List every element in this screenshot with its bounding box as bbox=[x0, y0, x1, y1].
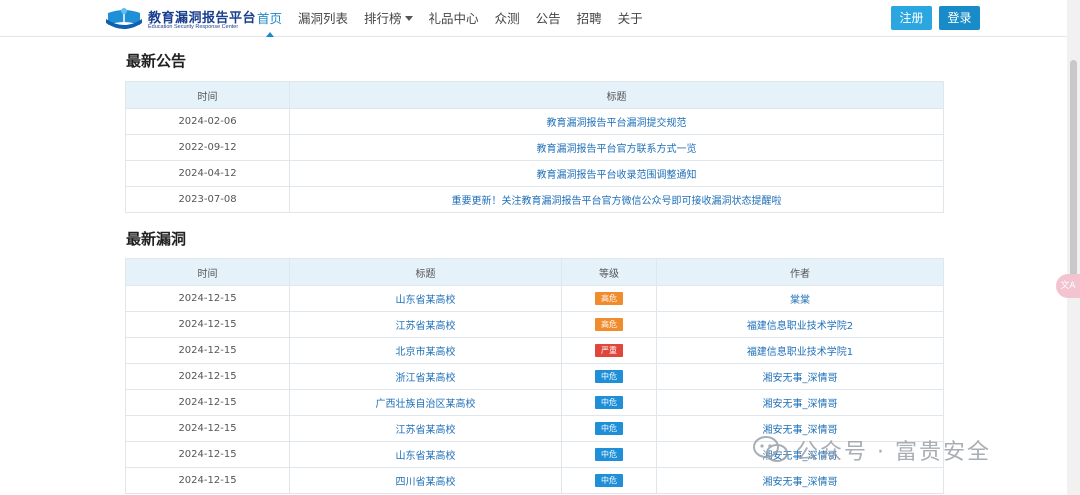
vuln-level-cell: 高危 bbox=[561, 311, 657, 338]
vuln-author-link[interactable]: 湘安无事_深情哥 bbox=[656, 363, 944, 390]
level-badge: 中危 bbox=[595, 396, 623, 409]
vuln-row: 2024-12-15 广西壮族自治区某高校 中危 湘安无事_深情哥 bbox=[125, 389, 944, 416]
book-shield-icon bbox=[106, 8, 142, 29]
vuln-date: 2024-12-15 bbox=[125, 415, 290, 442]
login-button[interactable]: 登录 bbox=[939, 6, 980, 30]
nav-item-label: 众测 bbox=[494, 11, 520, 26]
vuln-date: 2024-12-15 bbox=[125, 389, 290, 416]
level-badge: 中危 bbox=[595, 448, 623, 461]
nav-item-4[interactable]: 众测 bbox=[487, 0, 528, 37]
vuln-level-cell: 中危 bbox=[561, 389, 657, 416]
level-badge: 高危 bbox=[595, 292, 623, 305]
column-header-author: 作者 bbox=[656, 258, 944, 286]
vulns-header-row: 时间 标题 等级 作者 bbox=[125, 258, 944, 286]
nav-item-2[interactable]: 排行榜 bbox=[356, 0, 421, 37]
page-scrollbar[interactable] bbox=[1067, 0, 1080, 495]
vuln-date: 2024-12-15 bbox=[125, 441, 290, 468]
column-header-time: 时间 bbox=[125, 81, 290, 109]
vuln-row: 2024-12-15 山东省某高校 高危 棠棠 bbox=[125, 285, 944, 312]
vuln-level-cell: 严重 bbox=[561, 337, 657, 364]
watermark-text: 公众号 · 富贵安全 bbox=[796, 440, 991, 465]
nav-item-label: 公告 bbox=[535, 11, 561, 26]
level-badge: 中危 bbox=[595, 422, 623, 435]
column-header-level: 等级 bbox=[561, 258, 657, 286]
vuln-author-link[interactable]: 棠棠 bbox=[656, 285, 944, 312]
announcement-date: 2022-09-12 bbox=[125, 134, 290, 161]
nav-item-5[interactable]: 公告 bbox=[528, 0, 569, 37]
vuln-title-link[interactable]: 山东省某高校 bbox=[289, 441, 562, 468]
announcements-title: 最新公告 bbox=[126, 52, 187, 70]
column-header-title: 标题 bbox=[289, 81, 944, 109]
announcement-title-link[interactable]: 教育漏洞报告平台收录范围调整通知 bbox=[289, 160, 944, 187]
vuln-level-cell: 中危 bbox=[561, 441, 657, 468]
watermark: 公众号 · 富贵安全 bbox=[752, 432, 991, 468]
vuln-title-link[interactable]: 江苏省某高校 bbox=[289, 415, 562, 442]
nav-item-6[interactable]: 招聘 bbox=[569, 0, 610, 37]
nav-item-label: 关于 bbox=[617, 11, 643, 26]
announcements-table: 时间 标题 2024-02-06 教育漏洞报告平台漏洞提交规范 2022-09-12… bbox=[125, 81, 944, 213]
main-nav: 首页 漏洞列表 排行榜 礼品中心 众测 公告 招聘 关于 bbox=[249, 0, 651, 37]
vuln-author-link[interactable]: 福建信息职业技术学院2 bbox=[656, 311, 944, 338]
vuln-date: 2024-12-15 bbox=[125, 467, 290, 494]
translate-float-icon[interactable]: 文A bbox=[1056, 274, 1080, 298]
wechat-icon bbox=[753, 436, 788, 462]
level-badge: 严重 bbox=[595, 344, 623, 357]
chevron-down-icon bbox=[404, 16, 413, 21]
vuln-row: 2024-12-15 北京市某高校 严重 福建信息职业技术学院1 bbox=[125, 337, 944, 364]
vulns-title: 最新漏洞 bbox=[126, 230, 187, 248]
nav-item-label: 排行榜 bbox=[364, 11, 402, 26]
vuln-author-link[interactable]: 湘安无事_深情哥 bbox=[656, 467, 944, 494]
vuln-level-cell: 中危 bbox=[561, 415, 657, 442]
vuln-author-link[interactable]: 福建信息职业技术学院1 bbox=[656, 337, 944, 364]
announcement-date: 2024-02-06 bbox=[125, 108, 290, 135]
announcement-date: 2024-04-12 bbox=[125, 160, 290, 187]
vuln-date: 2024-12-15 bbox=[125, 285, 290, 312]
announcement-title-link[interactable]: 教育漏洞报告平台官方联系方式一览 bbox=[289, 134, 944, 161]
announcement-row: 2023-07-08 重要更新！关注教育漏洞报告平台官方微信公众号即可接收漏洞状态… bbox=[125, 186, 944, 213]
nav-item-label: 漏洞列表 bbox=[298, 11, 349, 26]
announcement-title-link[interactable]: 重要更新！关注教育漏洞报告平台官方微信公众号即可接收漏洞状态提醒啦 bbox=[289, 186, 944, 213]
site-subtitle: Education Security Response Center bbox=[148, 24, 239, 30]
vuln-author-link[interactable]: 湘安无事_深情哥 bbox=[656, 389, 944, 416]
nav-item-7[interactable]: 关于 bbox=[610, 0, 651, 37]
vuln-date: 2024-12-15 bbox=[125, 337, 290, 364]
vuln-title-link[interactable]: 浙江省某高校 bbox=[289, 363, 562, 390]
announcement-row: 2024-04-12 教育漏洞报告平台收录范围调整通知 bbox=[125, 160, 944, 187]
vuln-level-cell: 中危 bbox=[561, 363, 657, 390]
level-badge: 中危 bbox=[595, 370, 623, 383]
level-badge: 高危 bbox=[595, 318, 623, 331]
nav-item-0[interactable]: 首页 bbox=[249, 0, 290, 37]
top-navigation-bar: 教育漏洞报告平台 Education Security Response Cen… bbox=[0, 0, 1067, 37]
scrollbar-thumb[interactable] bbox=[1070, 60, 1077, 290]
vuln-row: 2024-12-15 江苏省某高校 高危 福建信息职业技术学院2 bbox=[125, 311, 944, 338]
vuln-date: 2024-12-15 bbox=[125, 311, 290, 338]
nav-item-label: 招聘 bbox=[576, 11, 602, 26]
vuln-row: 2024-12-15 四川省某高校 中危 湘安无事_深情哥 bbox=[125, 467, 944, 494]
register-button[interactable]: 注册 bbox=[891, 6, 932, 30]
announcement-date: 2023-07-08 bbox=[125, 186, 290, 213]
nav-item-label: 礼品中心 bbox=[428, 11, 479, 26]
vuln-date: 2024-12-15 bbox=[125, 363, 290, 390]
vuln-title-link[interactable]: 北京市某高校 bbox=[289, 337, 562, 364]
column-header-time: 时间 bbox=[125, 258, 290, 286]
column-header-title: 标题 bbox=[289, 258, 562, 286]
nav-item-label: 首页 bbox=[257, 11, 283, 26]
vuln-level-cell: 中危 bbox=[561, 467, 657, 494]
vuln-level-cell: 高危 bbox=[561, 285, 657, 312]
vuln-title-link[interactable]: 四川省某高校 bbox=[289, 467, 562, 494]
vuln-row: 2024-12-15 浙江省某高校 中危 湘安无事_深情哥 bbox=[125, 363, 944, 390]
announcement-row: 2022-09-12 教育漏洞报告平台官方联系方式一览 bbox=[125, 134, 944, 161]
announcements-header-row: 时间 标题 bbox=[125, 81, 944, 109]
level-badge: 中危 bbox=[595, 474, 623, 487]
nav-item-1[interactable]: 漏洞列表 bbox=[290, 0, 356, 37]
vuln-title-link[interactable]: 广西壮族自治区某高校 bbox=[289, 389, 562, 416]
nav-item-3[interactable]: 礼品中心 bbox=[421, 0, 487, 37]
announcement-title-link[interactable]: 教育漏洞报告平台漏洞提交规范 bbox=[289, 108, 944, 135]
vuln-title-link[interactable]: 山东省某高校 bbox=[289, 285, 562, 312]
announcement-row: 2024-02-06 教育漏洞报告平台漏洞提交规范 bbox=[125, 108, 944, 135]
vuln-title-link[interactable]: 江苏省某高校 bbox=[289, 311, 562, 338]
